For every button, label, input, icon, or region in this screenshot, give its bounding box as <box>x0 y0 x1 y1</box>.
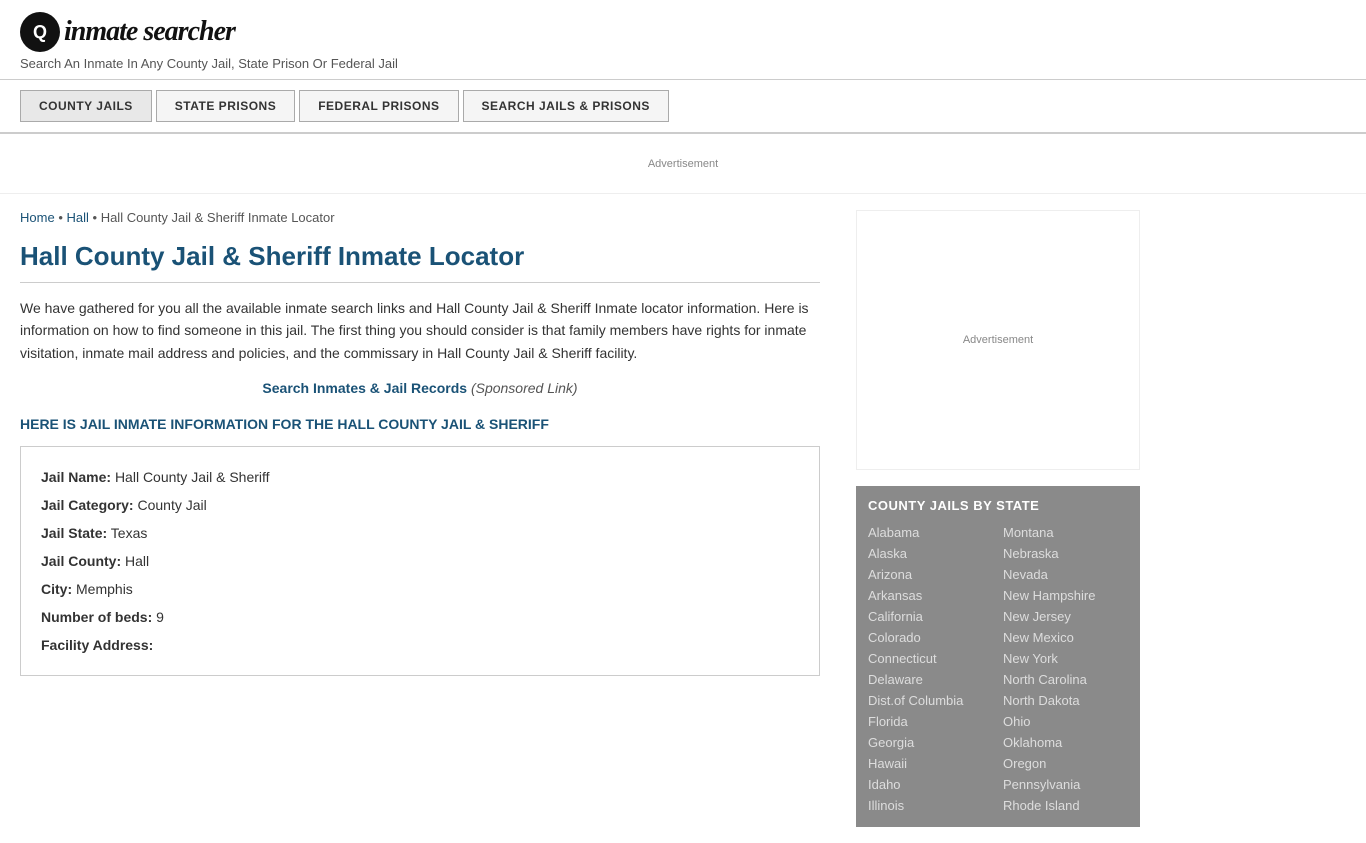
breadcrumb-current: Hall County Jail & Sheriff Inmate Locato… <box>101 210 335 225</box>
jail-name-label: Jail Name: <box>41 469 111 485</box>
sidebar-ad: Advertisement <box>856 210 1140 470</box>
search-inmates-link[interactable]: Search Inmates & Jail Records <box>262 380 467 396</box>
description: We have gathered for you all the availab… <box>20 297 820 364</box>
states-grid: Alabama Montana Alaska Nebraska Arizona Nevad… <box>868 523 1128 815</box>
jail-name-value: Hall County Jail & Sheriff <box>115 469 270 485</box>
state-link-right-3[interactable]: New Hampshire <box>1003 586 1128 605</box>
breadcrumb-home[interactable]: Home <box>20 210 55 225</box>
breadcrumb-sep2: • <box>93 210 101 225</box>
state-link-right-6[interactable]: New York <box>1003 649 1128 668</box>
state-link-left-1[interactable]: Alaska <box>868 544 993 563</box>
state-link-left-0[interactable]: Alabama <box>868 523 993 542</box>
facility-address-label: Facility Address: <box>41 637 153 653</box>
ad-banner: Advertisement <box>0 134 1366 194</box>
tagline: Search An Inmate In Any County Jail, Sta… <box>20 56 1346 71</box>
state-link-right-11[interactable]: Oregon <box>1003 754 1128 773</box>
city-label: City: <box>41 581 72 597</box>
breadcrumb-hall[interactable]: Hall <box>66 210 88 225</box>
jail-county-value: Hall <box>125 553 149 569</box>
state-link-right-9[interactable]: Ohio <box>1003 712 1128 731</box>
county-jails-box: COUNTY JAILS BY STATE Alabama Montana Alas… <box>856 486 1140 827</box>
sponsored-label: (Sponsored Link) <box>471 380 578 396</box>
beds-label: Number of beds: <box>41 609 152 625</box>
jail-county-row: Jail County: Hall <box>41 547 799 575</box>
info-heading: HERE IS JAIL INMATE INFORMATION FOR THE … <box>20 416 820 432</box>
jail-state-label: Jail State: <box>41 525 107 541</box>
beds-value: 9 <box>156 609 164 625</box>
state-link-left-11[interactable]: Hawaii <box>868 754 993 773</box>
nav-county-jails[interactable]: COUNTY JAILS <box>20 90 152 122</box>
search-link-area: Search Inmates & Jail Records (Sponsored… <box>20 380 820 396</box>
state-link-right-13[interactable]: Rhode Island <box>1003 796 1128 815</box>
state-link-left-2[interactable]: Arizona <box>868 565 993 584</box>
state-link-left-9[interactable]: Florida <box>868 712 993 731</box>
logo-text: inmate searcher <box>64 16 235 48</box>
state-link-right-4[interactable]: New Jersey <box>1003 607 1128 626</box>
state-link-right-5[interactable]: New Mexico <box>1003 628 1128 647</box>
site-header: Q inmate searcher Search An Inmate In An… <box>0 0 1366 80</box>
county-jails-title: COUNTY JAILS BY STATE <box>868 498 1128 513</box>
state-link-right-1[interactable]: Nebraska <box>1003 544 1128 563</box>
state-link-right-0[interactable]: Montana <box>1003 523 1128 542</box>
state-link-left-5[interactable]: Colorado <box>868 628 993 647</box>
jail-category-row: Jail Category: County Jail <box>41 491 799 519</box>
jail-state-row: Jail State: Texas <box>41 519 799 547</box>
logo-area: Q inmate searcher <box>20 12 1346 52</box>
facility-address-row: Facility Address: <box>41 631 799 659</box>
state-link-right-8[interactable]: North Dakota <box>1003 691 1128 710</box>
nav-search-jails[interactable]: SEARCH JAILS & PRISONS <box>463 90 669 122</box>
main-content: Home • Hall • Hall County Jail & Sheriff… <box>20 194 840 843</box>
jail-name-row: Jail Name: Hall County Jail & Sheriff <box>41 463 799 491</box>
jail-category-value: County Jail <box>137 497 206 513</box>
nav-state-prisons[interactable]: STATE PRISONS <box>156 90 295 122</box>
jail-state-value: Texas <box>111 525 148 541</box>
logo-icon: Q <box>20 12 60 52</box>
nav-federal-prisons[interactable]: FEDERAL PRISONS <box>299 90 458 122</box>
state-link-right-10[interactable]: Oklahoma <box>1003 733 1128 752</box>
state-link-right-2[interactable]: Nevada <box>1003 565 1128 584</box>
state-link-left-10[interactable]: Georgia <box>868 733 993 752</box>
main-layout: Home • Hall • Hall County Jail & Sheriff… <box>0 194 1366 843</box>
jail-county-label: Jail County: <box>41 553 121 569</box>
city-row: City: Memphis <box>41 575 799 603</box>
city-value: Memphis <box>76 581 133 597</box>
breadcrumb: Home • Hall • Hall County Jail & Sheriff… <box>20 210 820 225</box>
state-link-left-3[interactable]: Arkansas <box>868 586 993 605</box>
state-link-left-12[interactable]: Idaho <box>868 775 993 794</box>
state-link-left-4[interactable]: California <box>868 607 993 626</box>
info-box: Jail Name: Hall County Jail & Sheriff Ja… <box>20 446 820 676</box>
logo-prefix: inmate <box>64 16 137 47</box>
jail-category-label: Jail Category: <box>41 497 134 513</box>
logo-suffix: searcher <box>137 16 235 47</box>
state-link-left-13[interactable]: Illinois <box>868 796 993 815</box>
state-link-left-6[interactable]: Connecticut <box>868 649 993 668</box>
page-title: Hall County Jail & Sheriff Inmate Locato… <box>20 241 820 283</box>
state-link-right-7[interactable]: North Carolina <box>1003 670 1128 689</box>
beds-row: Number of beds: 9 <box>41 603 799 631</box>
state-link-right-12[interactable]: Pennsylvania <box>1003 775 1128 794</box>
main-nav: COUNTY JAILS STATE PRISONS FEDERAL PRISO… <box>0 80 1366 134</box>
sidebar: Advertisement COUNTY JAILS BY STATE Alab… <box>840 194 1140 843</box>
state-link-left-8[interactable]: Dist.of Columbia <box>868 691 993 710</box>
state-link-left-7[interactable]: Delaware <box>868 670 993 689</box>
